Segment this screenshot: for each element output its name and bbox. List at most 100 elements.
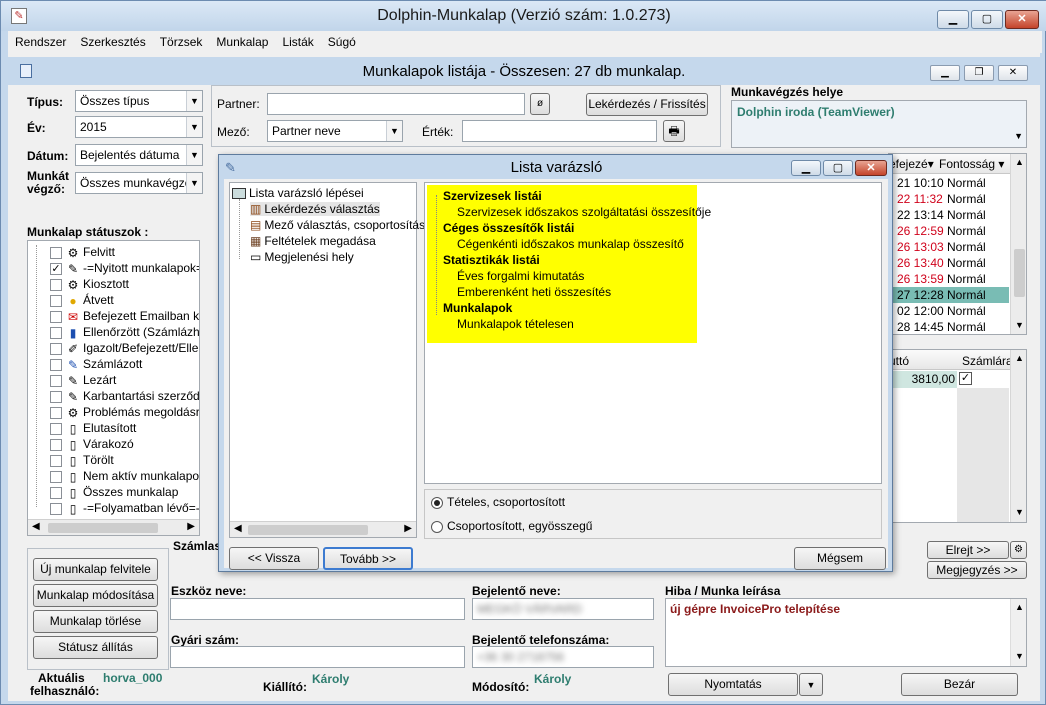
- report-item[interactable]: Szervizesek időszakos szolgáltatási össz…: [457, 205, 711, 219]
- wizard-maximize-button[interactable]: ▢: [823, 160, 853, 176]
- scroll-left-icon[interactable]: ◀: [234, 523, 242, 534]
- status-checkbox[interactable]: [50, 342, 62, 355]
- col-invoice-header[interactable]: Számlára: [962, 354, 1013, 368]
- status-item[interactable]: ▯ Várakozó: [50, 437, 134, 453]
- wizard-next-button[interactable]: Tovább >>: [323, 547, 413, 570]
- wizard-close-button[interactable]: ✕: [855, 160, 887, 176]
- menu-szerkesztes[interactable]: Szerkesztés: [73, 31, 152, 49]
- radio-itemized[interactable]: Tételes, csoportosított: [431, 495, 565, 509]
- scrollbar-thumb[interactable]: [248, 525, 368, 535]
- status-hscrollbar[interactable]: ◀ ▶: [28, 519, 199, 535]
- status-item[interactable]: ✐ Igazolt/Befejezett/Ellenő: [50, 341, 199, 357]
- status-item[interactable]: ▯ Összes munkalap: [50, 485, 178, 501]
- report-group[interactable]: Céges összesítők listái: [443, 221, 574, 235]
- serial-input[interactable]: [170, 646, 465, 668]
- scroll-up-icon[interactable]: ▲: [1015, 353, 1024, 363]
- wizard-cancel-button[interactable]: Mégsem: [794, 547, 886, 570]
- status-checkbox[interactable]: [50, 438, 62, 451]
- radio-grouped-dot[interactable]: [431, 520, 443, 533]
- worker-select[interactable]: Összes munkavégző ▼: [75, 172, 203, 194]
- grid-row[interactable]: 26 12:59 Normál: [889, 223, 1009, 239]
- new-worksheet-button[interactable]: Új munkalap felvitele: [33, 558, 158, 581]
- amount-cell[interactable]: 3810,00: [889, 371, 957, 388]
- status-item[interactable]: ✉ Befejezett Emailban kikü: [50, 309, 199, 325]
- grid-row[interactable]: 28 14:45 Normál: [889, 319, 1009, 334]
- clear-partner-button[interactable]: ø: [530, 93, 550, 115]
- print-button[interactable]: Nyomtatás: [668, 673, 798, 696]
- status-item[interactable]: ✎ Lezárt: [50, 373, 116, 389]
- menu-torzsek[interactable]: Törzsek: [153, 31, 210, 49]
- modify-worksheet-button[interactable]: Munkalap módosítása: [33, 584, 158, 607]
- status-checkbox[interactable]: ✓: [50, 262, 62, 275]
- status-checkbox[interactable]: [50, 246, 62, 259]
- status-item[interactable]: ▮ Ellenőrzött (Számlázható: [50, 325, 199, 341]
- menu-sugo[interactable]: Súgó: [321, 31, 363, 49]
- status-item[interactable]: ▯ Elutasított: [50, 421, 136, 437]
- grid-vscrollbar[interactable]: ▲ ▼: [1010, 154, 1026, 334]
- report-group[interactable]: Szervizesek listái: [443, 189, 542, 203]
- grid-row[interactable]: 26 13:03 Normál: [889, 239, 1009, 255]
- invoice-checkbox[interactable]: ✓: [959, 372, 972, 385]
- scroll-right-icon[interactable]: ▶: [187, 521, 195, 532]
- report-group[interactable]: Statisztikák listái: [443, 253, 540, 267]
- sub-minimize-button[interactable]: ▁: [930, 65, 960, 81]
- wizard-minimize-button[interactable]: ▁: [791, 160, 821, 176]
- grid-row[interactable]: 27 12:28 Normál: [889, 287, 1009, 303]
- status-item[interactable]: ⚙ Problémás megoldásra v: [50, 405, 199, 421]
- reporter-input[interactable]: MEGKÖ VÁRVARD: [472, 598, 654, 620]
- date-select[interactable]: Bejelentés dátuma ▼: [75, 144, 203, 166]
- close-button[interactable]: ✕: [1005, 10, 1039, 29]
- scrollbar-thumb[interactable]: [48, 523, 158, 533]
- step-item[interactable]: ▭ Megjelenési hely: [250, 250, 354, 264]
- radio-grouped[interactable]: Csoportosított, egyösszegű: [431, 519, 592, 533]
- worksite-box[interactable]: Dolphin iroda (TeamViewer) ▼: [731, 100, 1027, 148]
- status-checkbox[interactable]: [50, 390, 62, 403]
- close-worksheet-list-button[interactable]: Bezár: [901, 673, 1018, 696]
- query-refresh-button[interactable]: Lekérdezés / Frissítés: [586, 93, 708, 116]
- scroll-down-icon[interactable]: ▼: [1015, 507, 1024, 517]
- sub-close-button[interactable]: ✕: [998, 65, 1028, 81]
- grid-row[interactable]: 26 13:59 Normál: [889, 271, 1009, 287]
- maximize-button[interactable]: ▢: [971, 10, 1003, 29]
- status-item[interactable]: ⚙ Felvitt: [50, 245, 115, 261]
- report-item[interactable]: Cégenkénti időszakos munkalap összesítő: [457, 237, 684, 251]
- note-button[interactable]: Megjegyzés >>: [927, 561, 1027, 579]
- status-item[interactable]: ● Átvett: [50, 293, 114, 309]
- step-item[interactable]: ▥ Lekérdezés választás: [250, 202, 380, 216]
- menu-listak[interactable]: Listák: [275, 31, 320, 49]
- type-select[interactable]: Összes típus ▼: [75, 90, 203, 112]
- status-item[interactable]: ▯ Törölt: [50, 453, 114, 469]
- grid-row[interactable]: 26 13:40 Normál: [889, 255, 1009, 271]
- year-select[interactable]: 2015 ▼: [75, 116, 203, 138]
- status-checkbox[interactable]: [50, 374, 62, 387]
- steps-root[interactable]: Lista varázsló lépései: [232, 186, 364, 200]
- status-checkbox[interactable]: [50, 502, 62, 515]
- status-item[interactable]: ✎ Számlázott: [50, 357, 142, 373]
- report-item[interactable]: Éves forgalmi kimutatás: [457, 269, 584, 283]
- status-item[interactable]: ▯ Nem aktív munkalapok: [50, 469, 199, 485]
- grid-row[interactable]: 22 13:14 Normál: [889, 207, 1009, 223]
- device-input[interactable]: [170, 598, 465, 620]
- issue-scrollbar[interactable]: ▲ ▼: [1010, 599, 1026, 666]
- delete-worksheet-button[interactable]: Munkalap törlése: [33, 610, 158, 633]
- printer-search-button[interactable]: 🖶: [663, 120, 685, 142]
- col-finished-header[interactable]: efejezé▾: [889, 157, 934, 171]
- partner-input[interactable]: [267, 93, 525, 115]
- print-dropdown-button[interactable]: ▼: [799, 673, 823, 696]
- steps-hscrollbar[interactable]: ◀ ▶: [230, 521, 416, 537]
- menu-rendszer[interactable]: Rendszer: [8, 31, 73, 49]
- report-group[interactable]: Munkalapok: [443, 301, 512, 315]
- status-checkbox[interactable]: [50, 326, 62, 339]
- scroll-right-icon[interactable]: ▶: [404, 523, 412, 534]
- issue-textarea[interactable]: új gépre InvoicePro telepítése ▲ ▼: [665, 598, 1027, 667]
- status-checkbox[interactable]: [50, 406, 62, 419]
- chevron-down-icon[interactable]: ▼: [1014, 131, 1023, 141]
- grid-row[interactable]: 22 11:32 Normál: [889, 191, 1009, 207]
- hide-button[interactable]: Elrejt >>: [927, 541, 1009, 559]
- scroll-up-icon[interactable]: ▲: [1015, 157, 1024, 167]
- scrollbar-thumb[interactable]: [1014, 249, 1025, 297]
- status-item[interactable]: ✎ Karbantartási szerződés: [50, 389, 199, 405]
- scroll-up-icon[interactable]: ▲: [1015, 602, 1024, 612]
- grid-row[interactable]: 21 10:10 Normál: [889, 175, 1009, 191]
- status-checkbox[interactable]: [50, 294, 62, 307]
